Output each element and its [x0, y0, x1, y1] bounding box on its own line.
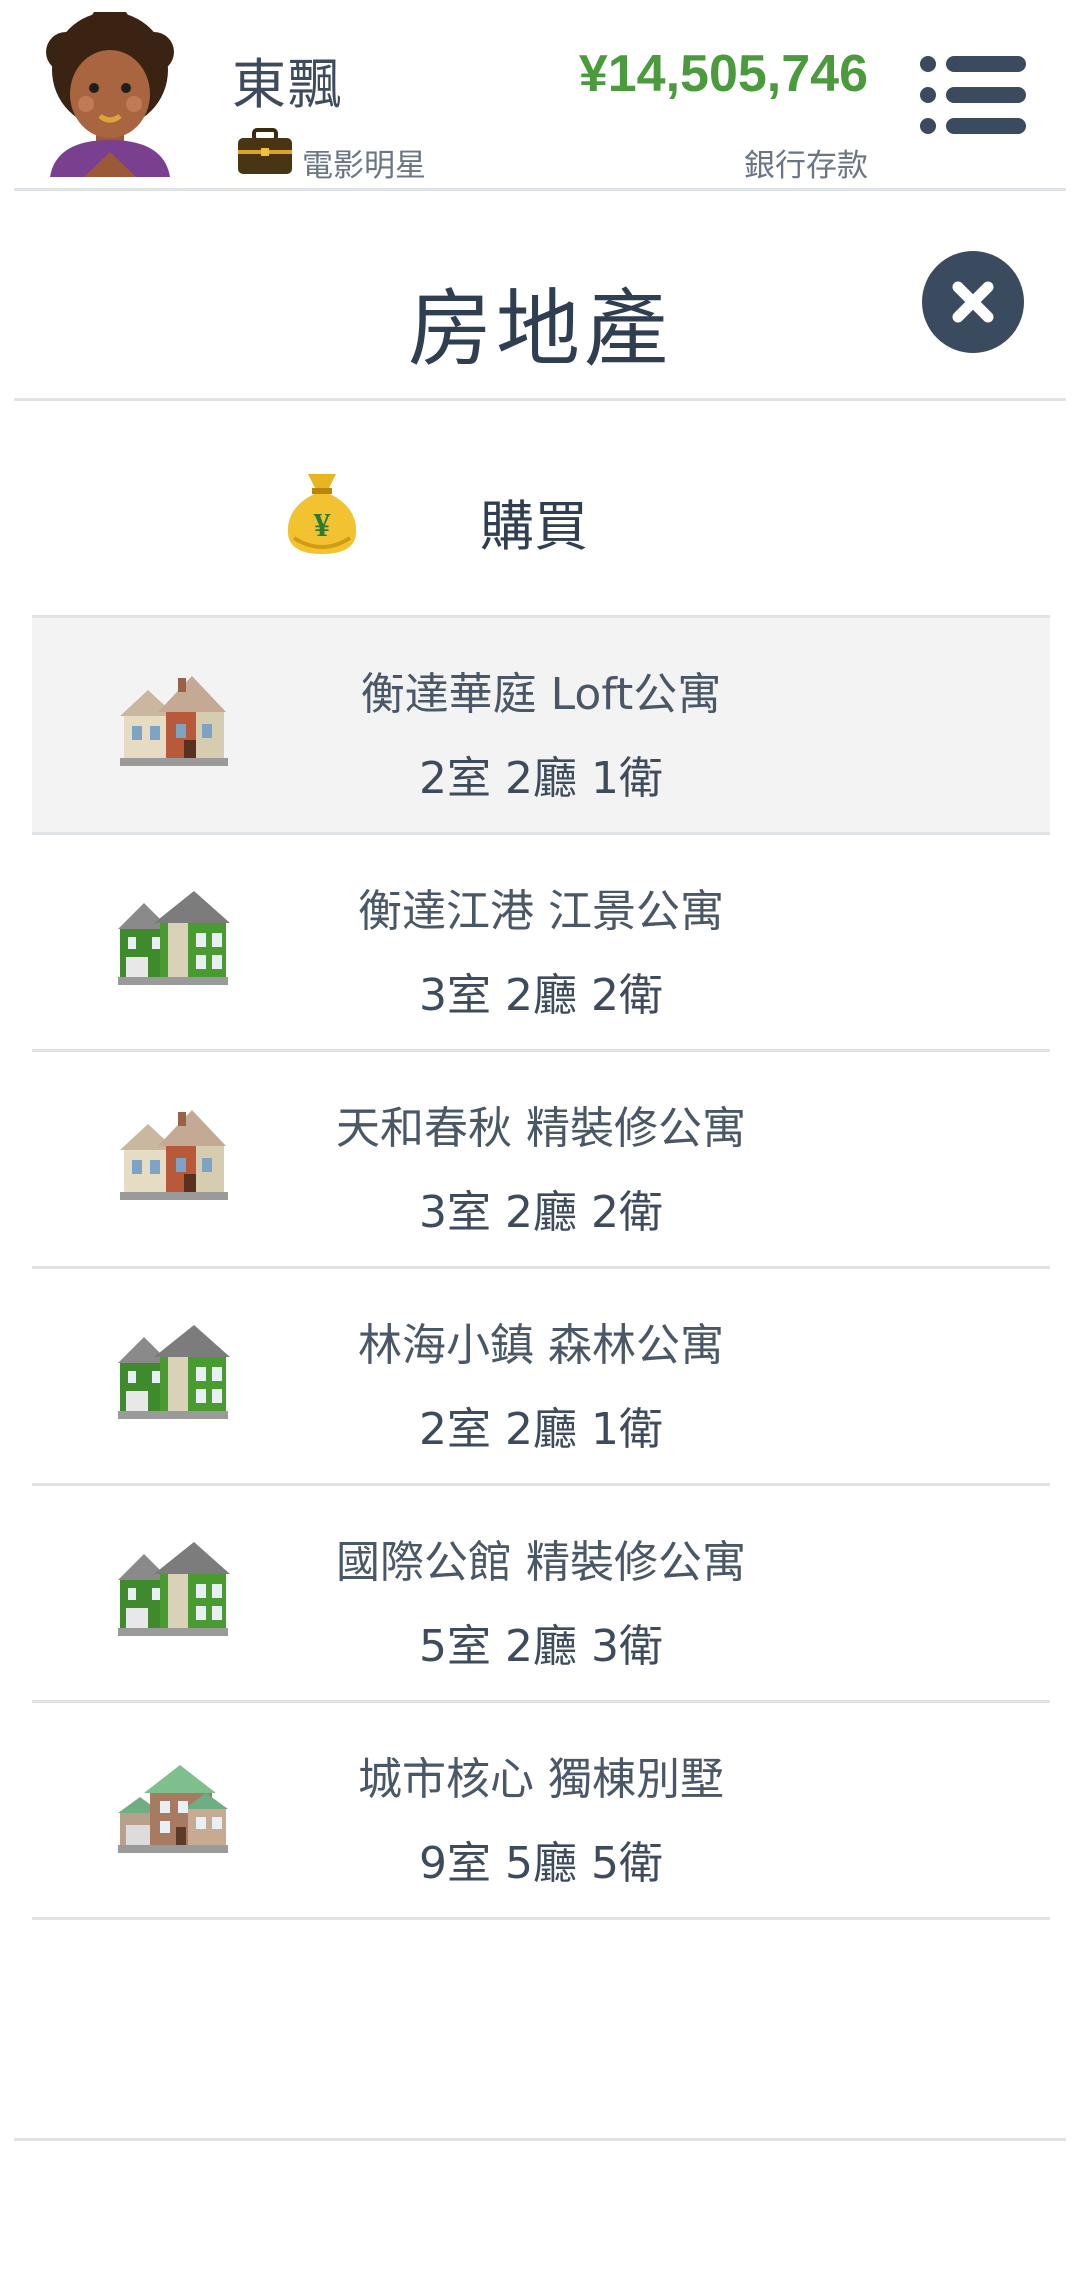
property-rooms: 9室 5廳 5衛 [419, 1838, 663, 1889]
property-rooms: 3室 2廳 2衛 [419, 970, 663, 1021]
property-name: 衡達江港 江景公寓 [358, 886, 724, 937]
bank-balance: ¥14,505,746 [578, 45, 868, 103]
house-green-icon [118, 1542, 230, 1636]
property-name: 天和春秋 精裝修公寓 [336, 1103, 746, 1154]
property-name: 國際公館 精裝修公寓 [336, 1537, 746, 1588]
page-title: 房地產 [407, 280, 672, 378]
buy-label: 購買 [480, 495, 588, 558]
property-name: 城市核心 獨棟別墅 [358, 1754, 724, 1805]
player-name: 東飄 [232, 53, 344, 116]
header-divider [14, 188, 1066, 191]
footer-divider [14, 2138, 1066, 2141]
property-row[interactable]: 林海小鎮 森林公寓 2室 2廳 1衛 [32, 1269, 1050, 1486]
property-rooms: 2室 2廳 1衛 [419, 753, 663, 804]
villa-icon [118, 1765, 228, 1853]
house-green-icon [118, 891, 230, 985]
property-row[interactable]: 衡達華庭 Loft公寓 2室 2廳 1衛 [32, 618, 1050, 835]
property-name: 林海小鎮 森林公寓 [358, 1320, 724, 1371]
property-rooms: 5室 2廳 3衛 [419, 1621, 663, 1672]
property-name: 衡達華庭 Loft公寓 [360, 669, 722, 720]
house-tan-icon [120, 676, 228, 766]
close-button[interactable] [922, 251, 1024, 353]
briefcase-icon [238, 128, 292, 174]
job-label: 電影明星 [302, 148, 426, 184]
player-header: 東飄 電影明星 ¥14,505,746 銀行存款 [0, 0, 1080, 190]
house-green-icon [118, 1325, 230, 1419]
property-row[interactable]: 衡達江港 江景公寓 3室 2廳 2衛 [32, 835, 1050, 1052]
property-row[interactable]: 國際公館 精裝修公寓 5室 2廳 3衛 [32, 1486, 1050, 1703]
house-tan-icon [120, 1110, 228, 1200]
close-icon [952, 281, 994, 323]
money-bag-icon: ¥ [287, 474, 357, 554]
property-list: 衡達華庭 Loft公寓 2室 2廳 1衛 衡達江港 江景公寓 3室 2廳 2衛 [32, 618, 1050, 1920]
property-rooms: 2室 2廳 1衛 [419, 1404, 663, 1455]
property-row[interactable]: 天和春秋 精裝修公寓 3室 2廳 2衛 [32, 1052, 1050, 1269]
bank-balance-label: 銀行存款 [744, 148, 868, 184]
buy-button[interactable]: ¥ 購買 [0, 440, 1080, 580]
svg-text:¥: ¥ [314, 507, 331, 544]
property-row[interactable]: 城市核心 獨棟別墅 9室 5廳 5衛 [32, 1703, 1050, 1920]
title-divider [14, 398, 1066, 401]
avatar [46, 12, 174, 177]
menu-list-icon[interactable] [918, 54, 1028, 136]
property-rooms: 3室 2廳 2衛 [419, 1187, 663, 1238]
